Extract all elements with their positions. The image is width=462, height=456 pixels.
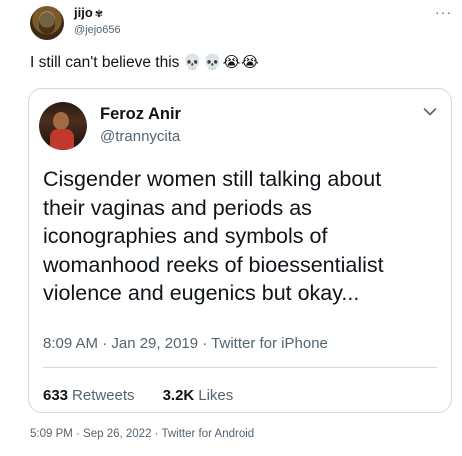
body-line: womanhood reeks of bioessentialist: [43, 252, 384, 277]
body-line: Cisgender women still talking about: [43, 167, 382, 191]
tweet-text-body: I still can't believe this: [30, 54, 180, 71]
divider: [43, 367, 437, 368]
quoted-tweet[interactable]: Feroz Anir @trannycita Cisgender women s…: [28, 88, 452, 413]
retweets-stat[interactable]: 633 Retweets: [43, 387, 135, 404]
more-options-icon[interactable]: ···: [435, 4, 452, 20]
body-line: their vaginas and periods as: [43, 195, 312, 220]
likes-label: Likes: [198, 387, 234, 404]
quoted-tweet-timestamp[interactable]: 8:09 AM · Jan 29, 2019 · Twitter for iPh…: [43, 335, 328, 352]
avatar[interactable]: [30, 6, 64, 40]
outer-tweet-header: jijo ✾ @jejo656 ···: [30, 4, 458, 44]
tweet-timestamp[interactable]: 5:09 PM · Sep 26, 2022 · Twitter for And…: [30, 428, 254, 440]
name-emoji: ✾: [94, 9, 104, 20]
likes-stat[interactable]: 3.2K Likes: [163, 387, 234, 404]
author-name-row[interactable]: jijo ✾: [74, 5, 103, 20]
quoted-tweet-body: Cisgender women still talking about thei…: [43, 165, 443, 308]
chevron-down-icon[interactable]: [423, 107, 437, 117]
tweet-text: I still can't believe this 💀💀😭😭: [30, 53, 260, 72]
body-line: iconographies and symbols of: [43, 224, 328, 248]
author-name[interactable]: jijo: [74, 5, 93, 20]
body-line: violence and eugenics but okay...: [43, 281, 360, 305]
quoted-author-name[interactable]: Feroz Anir: [100, 105, 181, 124]
likes-count: 3.2K: [162, 387, 195, 404]
avatar[interactable]: [39, 102, 87, 150]
tweet-emojis: 💀💀😭😭: [183, 54, 260, 71]
author-handle[interactable]: @jejo656: [74, 24, 121, 36]
engagement-stats: 633 Retweets 3.2K Likes: [43, 387, 233, 404]
retweets-count: 633: [43, 387, 69, 404]
retweets-label: Retweets: [72, 387, 135, 404]
quoted-author-handle[interactable]: @trannycita: [100, 128, 180, 145]
